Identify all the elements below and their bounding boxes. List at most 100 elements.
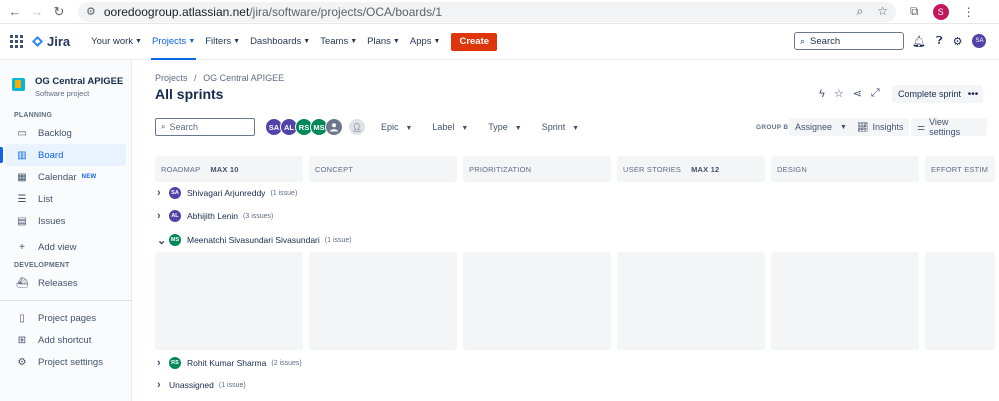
project-settings-label: Project settings — [38, 356, 103, 368]
help-icon[interactable]: ❓︎ — [936, 35, 943, 48]
chevron-right-icon[interactable]: › — [157, 357, 165, 369]
breadcrumb-project[interactable]: OG Central APIGEE — [203, 73, 284, 83]
swimlane-header[interactable]: › SA Shivagari Arjunreddy (1 issue) — [157, 184, 297, 202]
top-menu-projects[interactable]: Projects ▼ — [147, 31, 200, 60]
sidebar-item-issues[interactable]: ▤ Issues — [0, 210, 131, 232]
chevron-down-icon: ▼ — [233, 38, 241, 45]
swimlane-avatar: AL — [169, 210, 181, 222]
board-cell[interactable] — [617, 252, 765, 350]
filter-epic[interactable]: Epic ▼ — [381, 122, 412, 132]
chevron-down-icon: ▼ — [135, 38, 142, 45]
chevron-down-icon: ▼ — [840, 123, 847, 131]
back-icon[interactable]: ← — [4, 1, 26, 23]
filter-sprint[interactable]: Sprint ▼ — [542, 122, 579, 132]
swimlane-issue-count: (1 issue) — [218, 381, 246, 389]
more-actions-icon[interactable]: ••• — [963, 85, 983, 103]
top-menu-dashboards[interactable]: Dashboards ▼ — [245, 31, 315, 53]
issues-icon: ▤ — [17, 215, 27, 227]
share-icon[interactable]: ⋖ — [853, 87, 862, 100]
sidebar-item-backlog[interactable]: ▭ Backlog — [0, 122, 131, 144]
sidebar-item-label: Calendar — [38, 171, 77, 183]
extensions-icon[interactable]: ⧉ — [910, 4, 919, 19]
menu-label: Plans — [367, 36, 391, 47]
project-type: Software project — [35, 89, 90, 98]
swimlane-header[interactable]: › AL Abhijith Lenin (3 issues) — [157, 207, 273, 225]
complete-sprint-button[interactable]: Complete sprint — [892, 85, 968, 103]
fullscreen-icon[interactable]: ⤢ — [871, 87, 880, 100]
filter-type[interactable]: Type ▼ — [488, 122, 521, 132]
column-name: ROADMAP — [161, 164, 201, 174]
column-name: DESIGN — [777, 164, 807, 174]
global-search-input[interactable]: ⌕ Search — [794, 32, 904, 50]
sidebar-item-project-settings[interactable]: ⚙ Project settings — [0, 351, 131, 373]
chevron-down-icon: ▼ — [188, 38, 196, 45]
create-button[interactable]: Create — [451, 32, 498, 51]
search-icon: ⌕ — [161, 122, 166, 131]
board-cell[interactable] — [309, 252, 457, 350]
chevron-right-icon[interactable]: › — [157, 210, 165, 222]
expanded-swimlane-cells — [155, 252, 995, 350]
swimlane-name: Meenatchi Sivasundari Sivasundari — [187, 235, 320, 245]
project-header[interactable]: OG Central APIGEE Software project — [0, 60, 131, 104]
column-wip-limit: MAX 12 — [691, 164, 720, 174]
top-menu-your-work[interactable]: Your work ▼ — [86, 31, 147, 53]
add-view-button[interactable]: + Add view — [0, 236, 131, 258]
forward-icon[interactable]: → — [26, 1, 48, 23]
sliders-icon: ⚌ — [917, 121, 926, 132]
top-menu-apps[interactable]: Apps ▼ — [405, 31, 446, 53]
user-avatar[interactable]: SA — [972, 34, 987, 48]
view-settings-button[interactable]: ⚌ View settings — [911, 117, 987, 137]
site-info-icon[interactable]: ⚙ — [86, 5, 96, 18]
board-cell[interactable] — [925, 252, 995, 350]
reload-icon[interactable]: ↻ — [48, 1, 70, 23]
sidebar-item-calendar[interactable]: ▦ Calendar NEW — [0, 166, 131, 188]
project-name: OG Central APIGEE — [35, 76, 124, 87]
sidebar-item-project-pages[interactable]: ▯ Project pages — [0, 307, 131, 329]
zoom-icon[interactable]: ⌕ — [857, 4, 864, 19]
top-menu-filters[interactable]: Filters ▼ — [200, 31, 245, 53]
settings-gear-icon[interactable]: ⚙ — [953, 35, 963, 48]
app-switcher-icon[interactable] — [10, 34, 24, 49]
notifications-icon[interactable]: 🔔︎ — [912, 35, 926, 48]
board-icon: ▥ — [17, 149, 27, 161]
bookmark-star-icon[interactable]: ☆ — [877, 4, 888, 19]
automation-bolt-icon[interactable]: ϟ — [819, 88, 825, 100]
board-search-input[interactable]: ⌕ Search — [155, 118, 255, 136]
chevron-down-icon: ▼ — [403, 125, 413, 132]
sidebar-item-add-shortcut[interactable]: ⊞ Add shortcut — [0, 329, 131, 351]
column-design: DESIGN — [771, 156, 919, 182]
sidebar-item-list[interactable]: ☰ List — [0, 188, 131, 210]
group-by-label: GROUP BY — [756, 124, 793, 131]
column-wip-limit: MAX 10 — [210, 164, 239, 174]
top-menu-plans[interactable]: Plans ▼ — [362, 31, 405, 53]
star-icon[interactable]: ☆ — [834, 87, 844, 100]
profile-avatar[interactable]: S — [932, 3, 949, 20]
board-cell[interactable] — [463, 252, 611, 350]
board-cell[interactable] — [155, 252, 303, 350]
breadcrumb-projects[interactable]: Projects — [155, 73, 188, 83]
browser-menu-icon[interactable]: ⋮ — [963, 5, 975, 19]
address-bar[interactable]: ⚙ ooredoogroup.atlassian.net/jira/softwa… — [78, 1, 896, 22]
chevron-down-icon: ▼ — [350, 38, 358, 45]
chevron-down-icon[interactable]: ⌄ — [157, 234, 166, 247]
board-cell[interactable] — [771, 252, 919, 350]
swimlane-header[interactable]: ⌄ MS Meenatchi Sivasundari Sivasundari (1 i… — [157, 231, 352, 249]
add-people-icon[interactable]: 👤︎ — [349, 119, 365, 135]
column-roadmap: ROADMAP MAX 10 — [155, 156, 303, 182]
sidebar-item-label: Backlog — [38, 127, 72, 139]
swimlane-header[interactable]: › RS Rohit Kumar Sharma (2 issues) — [157, 354, 302, 372]
unassigned-avatar-icon[interactable] — [325, 118, 343, 136]
jira-logo[interactable]: Jira — [32, 34, 70, 49]
filter-label[interactable]: Label ▼ — [432, 122, 468, 132]
insights-button[interactable]: 📈︎ Insights — [851, 118, 910, 136]
chevron-right-icon[interactable]: › — [157, 379, 165, 391]
sidebar-item-releases[interactable]: ⛴︎ Releases — [0, 272, 131, 294]
group-by-dropdown[interactable]: Assignee ▼ — [789, 118, 853, 136]
sidebar-item-board[interactable]: ▥ Board — [0, 144, 126, 166]
swimlane-header[interactable]: › Unassigned (1 issue) — [157, 376, 246, 394]
top-menu-teams[interactable]: Teams ▼ — [315, 31, 362, 53]
chevron-right-icon[interactable]: › — [157, 187, 165, 199]
settings-icon: ⚙ — [17, 356, 27, 368]
page-icon: ▯ — [19, 312, 25, 324]
swimlane-name: Abhijith Lenin — [187, 211, 239, 221]
